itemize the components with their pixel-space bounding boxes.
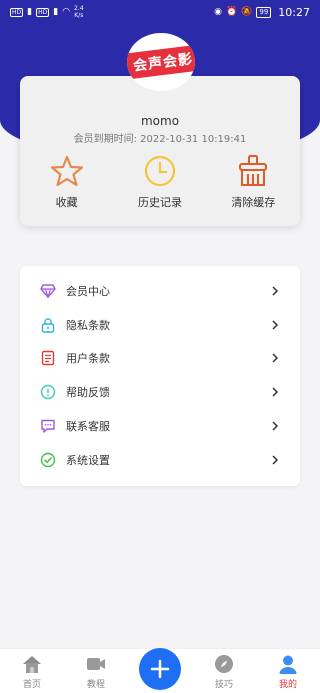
menu-item-user-terms[interactable]: 用户条款 (20, 342, 300, 376)
status-bar: HD ▮ HD ▮ ◠ 2.4 K/s ◉ ⏰ 🔕 99 10:27 (0, 0, 320, 24)
diamond-icon (40, 284, 56, 299)
wifi-icon: ◠ (62, 7, 71, 17)
menu-item-vip-center[interactable]: 会员中心 (20, 274, 300, 308)
chevron-right-icon (272, 353, 279, 364)
history-button[interactable]: 历史记录 (120, 154, 200, 210)
menu-label: 用户条款 (66, 352, 110, 366)
username: momo (140, 114, 180, 128)
history-label: 历史记录 (137, 196, 182, 209)
menu-item-help-feedback[interactable]: 帮助反馈 (20, 375, 300, 409)
home-icon (23, 656, 41, 673)
video-icon (87, 658, 105, 670)
plus-icon (150, 659, 170, 679)
quick-actions: 收藏 历史记录 清除缓存 (20, 154, 300, 210)
help-icon (40, 385, 56, 400)
hd-badge-1: HD (10, 7, 24, 17)
settings-menu: 会员中心 隐私条款 用户条款 帮助反馈 联系客服 系统设置 (20, 266, 300, 486)
nav-home[interactable]: 首页 (7, 653, 57, 690)
bottom-navigation: 首页 教程 技巧 我的 (0, 648, 320, 693)
alarm-icon: ⏰ (225, 7, 238, 17)
menu-label: 会员中心 (66, 284, 110, 298)
mute-icon: 🔕 (241, 7, 253, 17)
broom-icon (239, 155, 268, 186)
nav-tips-label: 技巧 (214, 680, 233, 690)
clock-time: 10:27 (278, 5, 310, 19)
nav-home-label: 首页 (22, 680, 41, 690)
clear-cache-button[interactable]: 清除缓存 (213, 154, 293, 210)
clock-icon (144, 155, 176, 187)
check-circle-icon (40, 452, 56, 468)
chevron-right-icon (272, 421, 279, 431)
user-icon (279, 655, 297, 674)
signal-icon: ▮ (27, 7, 33, 17)
signal-icon-2: ▮ (53, 7, 59, 17)
menu-label: 隐私条款 (66, 318, 110, 332)
eye-icon: ◉ (214, 7, 222, 17)
net-speed-value: 2.4 (74, 5, 84, 12)
nav-create[interactable] (135, 648, 185, 690)
document-icon (41, 351, 55, 366)
nav-tips[interactable]: 技巧 (199, 653, 249, 690)
expiry-label: 会员到期时间: (73, 134, 141, 145)
app-logo: 会声会影 (127, 33, 195, 91)
compass-icon (215, 655, 233, 673)
chevron-right-icon (272, 387, 279, 397)
lock-icon (41, 318, 55, 333)
battery-indicator: 99 (256, 6, 272, 18)
nav-tutorial-label: 教程 (86, 680, 105, 690)
chat-icon (41, 419, 55, 433)
star-icon (50, 155, 83, 187)
nav-mine-label: 我的 (278, 680, 297, 690)
nav-tutorial[interactable]: 教程 (71, 653, 121, 690)
membership-expiry: 会员到期时间: 2022-10-31 10:19:41 (20, 130, 300, 145)
menu-label: 系统设置 (66, 453, 110, 467)
clear-cache-label: 清除缓存 (231, 196, 276, 209)
create-button[interactable] (139, 648, 181, 690)
menu-item-customer-service[interactable]: 联系客服 (20, 409, 300, 443)
expiry-value: 2022-10-31 10:19:41 (140, 134, 247, 145)
chevron-right-icon (272, 320, 279, 330)
menu-item-system-settings[interactable]: 系统设置 (20, 443, 300, 477)
favorites-label: 收藏 (55, 196, 78, 209)
net-speed-unit: K/s (74, 12, 84, 19)
logo-text: 会声会影 (127, 44, 195, 80)
chevron-right-icon (272, 455, 279, 465)
net-speed: 2.4 K/s (74, 5, 84, 19)
profile-card: momo 会员到期时间: 2022-10-31 10:19:41 收藏 历史记录 (20, 76, 300, 226)
hd-badge-2: HD (36, 7, 50, 17)
menu-label: 联系客服 (66, 420, 110, 434)
nav-mine[interactable]: 我的 (263, 653, 313, 690)
menu-item-privacy[interactable]: 隐私条款 (20, 308, 300, 342)
favorites-button[interactable]: 收藏 (27, 154, 107, 210)
chevron-right-icon (272, 286, 279, 296)
menu-label: 帮助反馈 (66, 386, 110, 400)
